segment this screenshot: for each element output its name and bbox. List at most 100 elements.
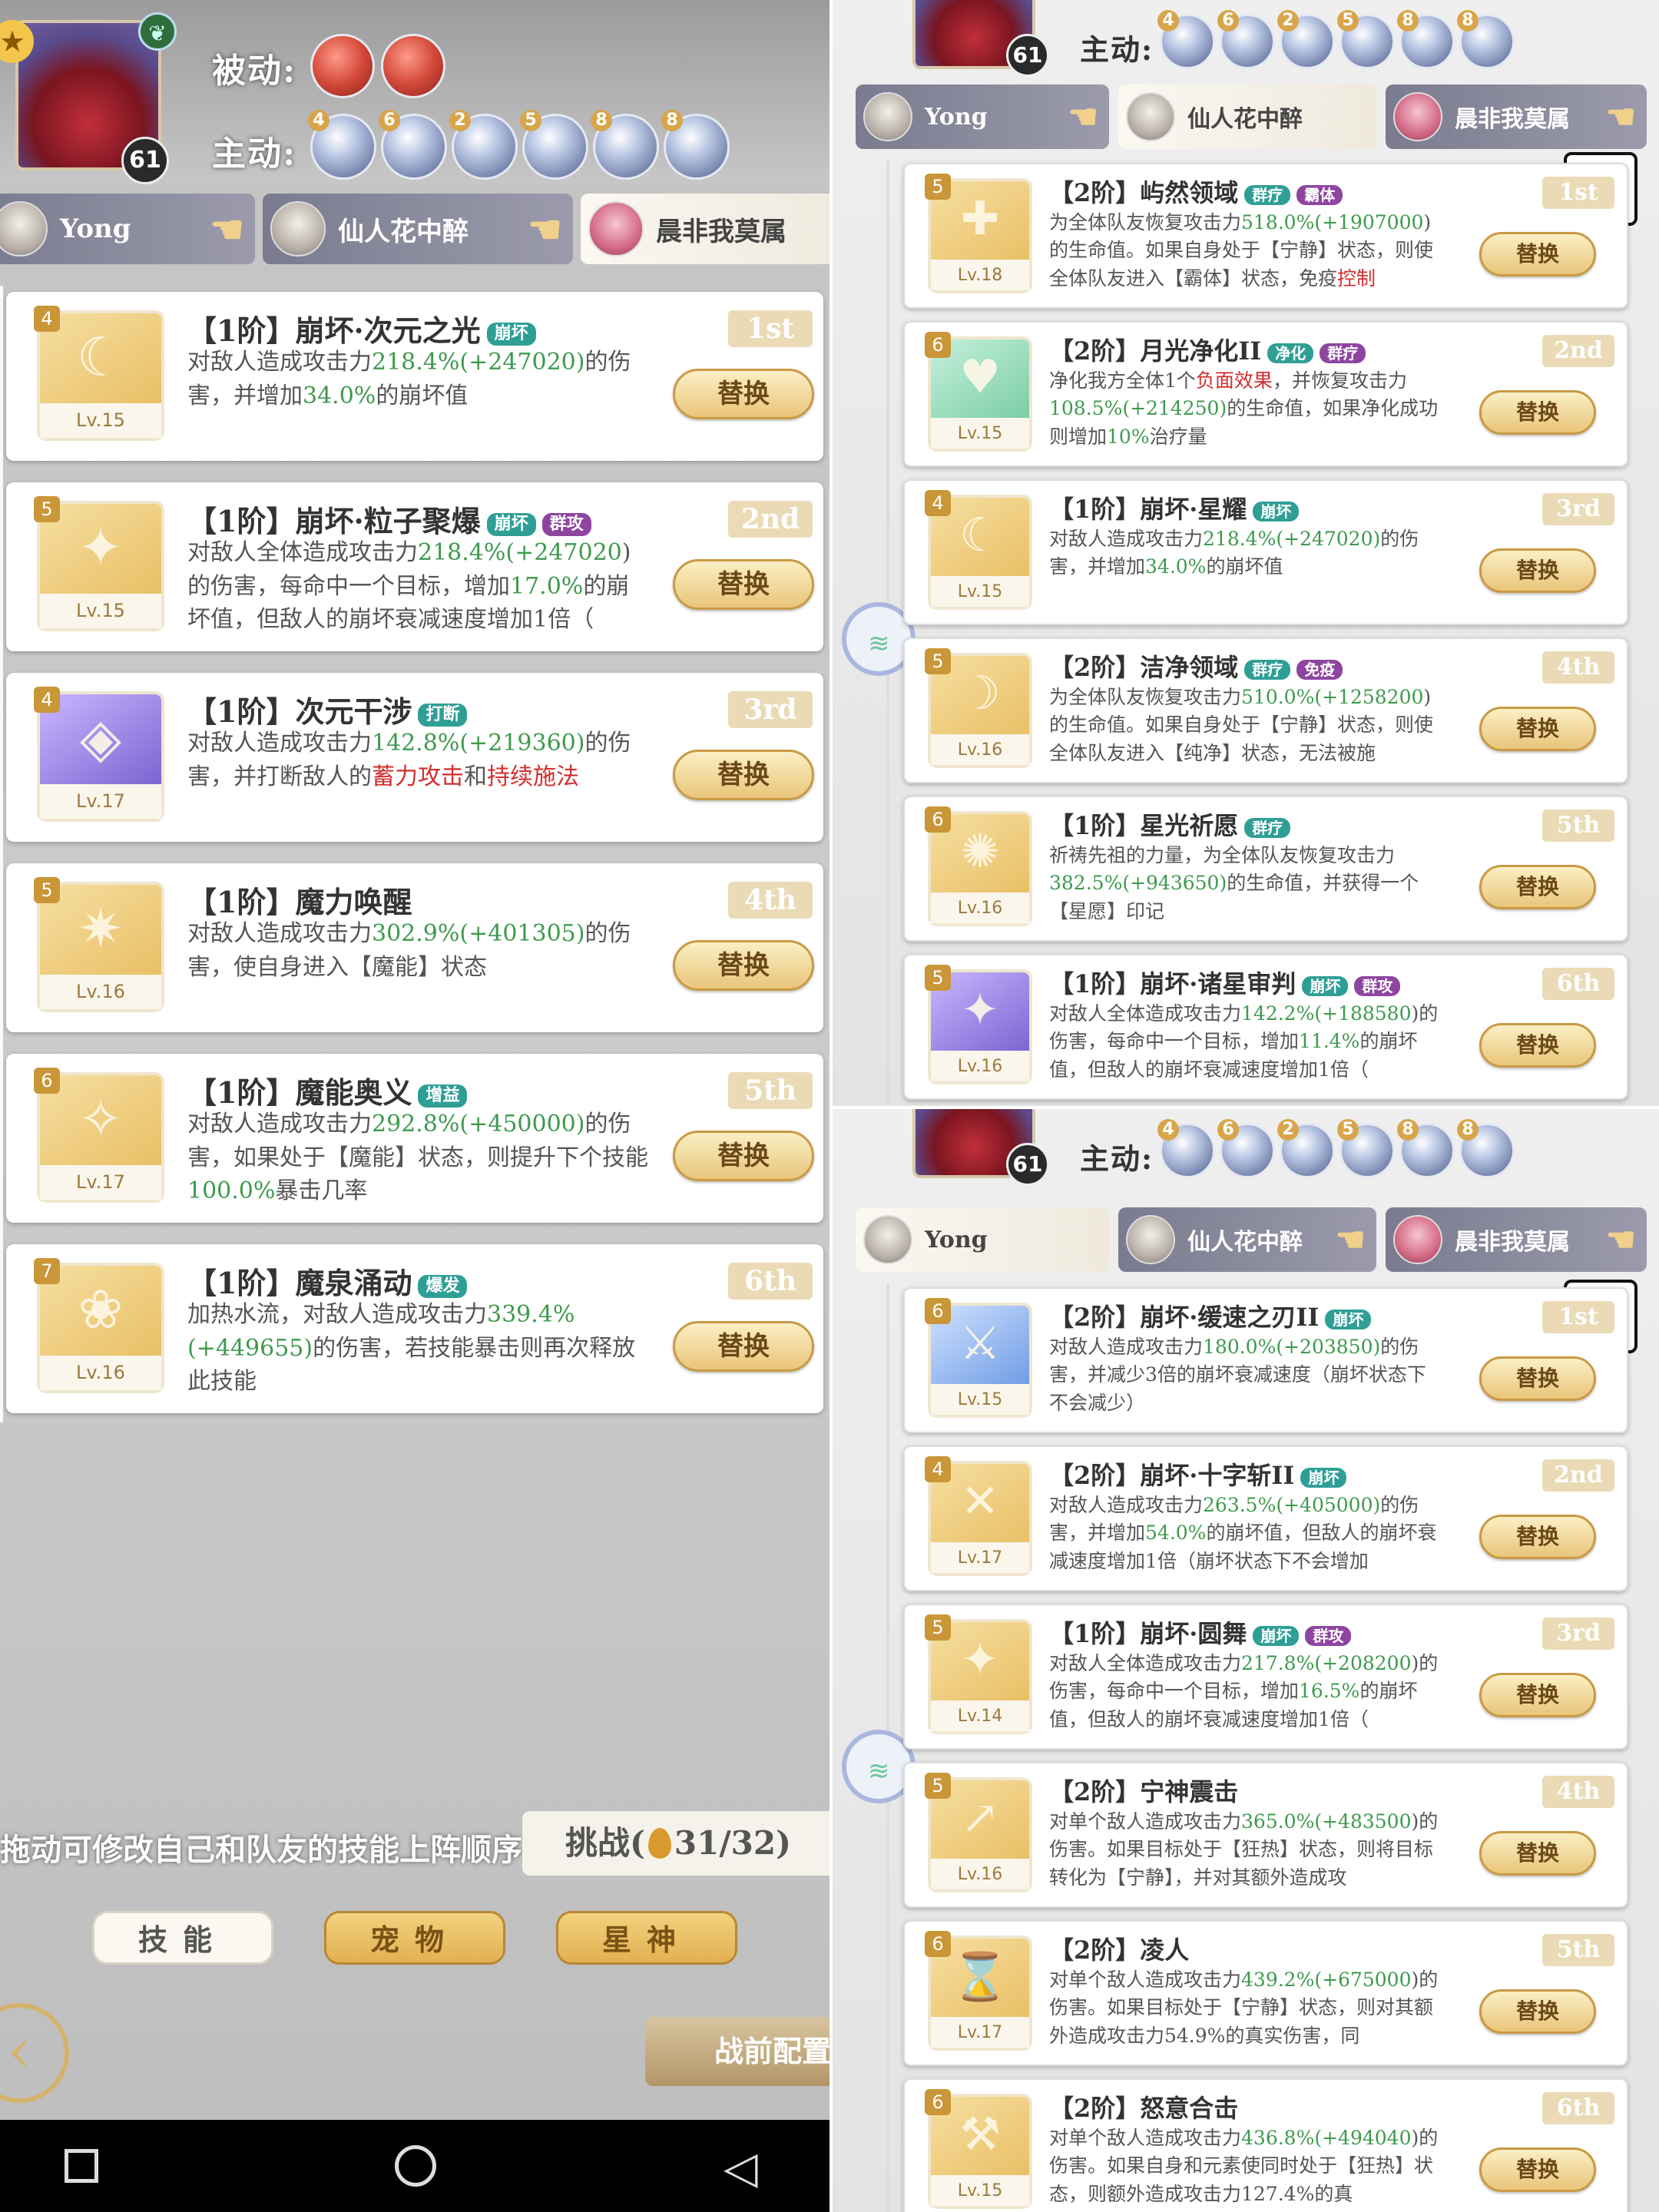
- orb-tier-number: 8: [1457, 10, 1479, 31]
- tab-teammate-chenfei[interactable]: 晨非我莫属: [581, 194, 830, 264]
- recents-square-icon[interactable]: [65, 2149, 98, 2183]
- active-skill-orb[interactable]: 4: [1157, 10, 1215, 69]
- active-skill-orb[interactable]: 6: [1217, 10, 1275, 69]
- active-skill-orb[interactable]: 8: [1397, 1119, 1455, 1178]
- orb-tier-number: 5: [520, 110, 541, 131]
- active-skill-orb[interactable]: 5: [1337, 1119, 1395, 1178]
- skill-title: 【2阶】崩坏·十字斩II 崩坏: [1049, 1456, 1347, 1492]
- skill-name: 【2阶】洁净领域: [1049, 653, 1239, 682]
- tab-teammate-xianren[interactable]: 仙人花中醉 ☚: [263, 194, 573, 264]
- active-skill-orb[interactable]: 8: [1397, 10, 1455, 69]
- skill-card[interactable]: 5 ✦ Lv.15 【1阶】崩坏·粒子聚爆 崩坏 群攻 2nd 对敌人全体造成攻击力21…: [6, 482, 823, 651]
- tab-teammate-xianren[interactable]: 仙人花中醉: [1118, 84, 1376, 149]
- active-skill-orb[interactable]: 8: [591, 110, 659, 180]
- skill-card[interactable]: 6 ✺ Lv.16 【1阶】星光祈愿 群疗 5th 祈祷先祖的力量，为全体队友恢复攻击…: [903, 796, 1628, 942]
- active-skill-orb[interactable]: 2: [1277, 1119, 1335, 1178]
- active-skill-orb[interactable]: 8: [661, 110, 730, 180]
- skill-name: 【2阶】崩坏·缓速之刃II: [1049, 1303, 1320, 1332]
- teammate-avatar: [1393, 1215, 1442, 1264]
- swap-button[interactable]: 替换: [1479, 548, 1596, 593]
- swap-button[interactable]: 替换: [1479, 390, 1596, 435]
- skill-card[interactable]: 5 ✷ Lv.16 【1阶】魔力唤醒 4th 对敌人造成攻击力302.9%(+401…: [6, 863, 823, 1032]
- active-skill-orb[interactable]: 5: [1337, 10, 1395, 69]
- swap-button[interactable]: 替换: [1479, 232, 1596, 276]
- skill-card[interactable]: 5 ↗ Lv.16 【2阶】宁神震击 4th 对单个敌人造成攻击力365.0%(+4…: [903, 1762, 1628, 1908]
- challenge-button[interactable]: 挑战(31/32): [522, 1811, 830, 1876]
- swap-button[interactable]: 替换: [1479, 1673, 1596, 1717]
- tab-teammate-yong[interactable]: Yong ☚: [0, 194, 255, 264]
- swap-button[interactable]: 替换: [673, 1321, 814, 1372]
- skill-glyph-icon: ⌛: [951, 1950, 1009, 2005]
- active-skill-orb[interactable]: 2: [1277, 10, 1335, 69]
- swap-button[interactable]: 替换: [1479, 1989, 1596, 2034]
- back-arrow-icon[interactable]: ‹: [0, 2003, 69, 2103]
- swap-button[interactable]: 替换: [673, 750, 814, 800]
- tab-pets[interactable]: 宠物: [324, 1911, 505, 1965]
- swap-button[interactable]: 替换: [1479, 1831, 1596, 1876]
- swap-button[interactable]: 替换: [1479, 865, 1596, 909]
- active-skill-orb[interactable]: 8: [1457, 10, 1515, 69]
- back-triangle-icon[interactable]: ◁: [724, 2141, 758, 2194]
- active-skill-orb[interactable]: 4: [1157, 1119, 1215, 1178]
- active-skill-orb[interactable]: 4: [308, 110, 376, 180]
- skill-glyph-icon: ✦: [960, 983, 1000, 1038]
- skill-description: 对单个敌人造成攻击力365.0%(+483500)的伤害。如果目标处于【狂热】状…: [1049, 1808, 1444, 1902]
- skill-card[interactable]: 7 ❀ Lv.16 【1阶】魔泉涌动 爆发 6th 加热水流，对敌人造成攻击力339.…: [6, 1244, 823, 1413]
- active-skill-orb[interactable]: 8: [1457, 1119, 1515, 1178]
- tab-teammate-xianren[interactable]: 仙人花中醉 ☚: [1118, 1207, 1376, 1272]
- skill-card[interactable]: 6 ⌛ Lv.17 【2阶】凌人 5th 对单个敌人造成攻击力439.2%(+675…: [903, 1920, 1628, 2066]
- swap-button[interactable]: 替换: [673, 369, 814, 419]
- skill-card[interactable]: 4 ☾ Lv.15 【1阶】崩坏·次元之光 崩坏 1st 对敌人造成攻击力218.4%…: [6, 292, 823, 461]
- description-text: 加热水流，对敌人造成攻击力: [187, 1301, 487, 1328]
- skill-level: Lv.15: [931, 2175, 1029, 2206]
- skill-tag: 群攻: [1354, 975, 1401, 996]
- skill-card[interactable]: 6 ⚒ Lv.15 【2阶】怒意合击 6th 对单个敌人造成攻击力436.8%(+4…: [903, 2078, 1628, 2212]
- pre-battle-config-button[interactable]: 战前配置: [645, 2017, 830, 2086]
- active-skill-orb[interactable]: 2: [449, 110, 518, 180]
- active-skill-orb[interactable]: 6: [1217, 1119, 1275, 1178]
- value-highlight: (+483500: [1314, 1810, 1412, 1833]
- swap-button[interactable]: 替换: [1479, 707, 1596, 751]
- tab-teammate-chenfei[interactable]: 晨非我莫属 ☚: [1386, 1207, 1647, 1272]
- active-skill-orb[interactable]: 5: [520, 110, 588, 180]
- skill-order-panel-bottom-right: 61 主动: 4 6 2 5 8 8 Yong 仙人花中醉 ☚ 晨非我莫属 ☚ ≋ …: [830, 1106, 1659, 2212]
- description-text: 对敌人全体造成攻击力: [1049, 1002, 1242, 1025]
- skill-glyph-icon: ☾: [959, 508, 1001, 563]
- tab-teammate-yong[interactable]: Yong: [856, 1207, 1109, 1272]
- passive-skill-orb[interactable]: [310, 34, 375, 98]
- value-highlight: 365.0%: [1241, 1810, 1315, 1833]
- description-text: 和: [464, 763, 487, 790]
- home-circle-icon[interactable]: [395, 2145, 436, 2187]
- passive-skill-orb[interactable]: [381, 34, 445, 98]
- swap-button[interactable]: 替换: [1479, 1356, 1596, 1401]
- swap-button[interactable]: 替换: [673, 1131, 814, 1181]
- skill-card[interactable]: 5 ☽ Lv.16 【2阶】洁净领域 群疗 免疫 4th 为全体队友恢复攻击力510.0…: [903, 637, 1628, 783]
- skill-title: 【2阶】宁神震击: [1049, 1773, 1238, 1808]
- tab-teammate-chenfei[interactable]: 晨非我莫属 ☚: [1386, 84, 1647, 149]
- swap-button[interactable]: 替换: [1479, 1515, 1596, 1559]
- swap-button[interactable]: 替换: [673, 559, 814, 610]
- skill-card[interactable]: 4 ☾ Lv.15 【1阶】崩坏·星耀 崩坏 3rd 对敌人造成攻击力218.4%(+…: [903, 479, 1628, 625]
- active-skill-orb[interactable]: 6: [379, 110, 447, 180]
- swap-button[interactable]: 替换: [1479, 2147, 1596, 2192]
- skill-card[interactable]: 6 ✧ Lv.17 【1阶】魔能奥义 增益 5th 对敌人造成攻击力292.8%(+4…: [6, 1054, 823, 1223]
- skill-order-panel-left: 61 ★ ❦ 被动: 主动: 4 6 2 5 8 8 Yong ☚ 仙人花中醉 ☚ …: [0, 0, 830, 2212]
- tab-teammate-yong[interactable]: Yong ☚: [856, 84, 1109, 149]
- skill-description: 为全体队友恢复攻击力518.0%(+1907000)的生命值。如果自身处于【宁静…: [1049, 209, 1444, 303]
- skill-order-badge: 3rd: [1542, 493, 1614, 525]
- skill-order-badge: 1st: [1542, 1301, 1614, 1333]
- skill-card[interactable]: 4 ◈ Lv.17 【1阶】次元干涉 打断 3rd 对敌人造成攻击力142.8%(+2…: [6, 673, 823, 842]
- tab-stargod[interactable]: 星神: [556, 1911, 737, 1965]
- skill-name: 【2阶】怒意合击: [1049, 2094, 1239, 2123]
- skill-card[interactable]: 6 ⚔ Lv.15 【2阶】崩坏·缓速之刃II 崩坏 1st 对敌人造成攻击力180.…: [903, 1287, 1628, 1433]
- swap-button[interactable]: 替换: [673, 940, 814, 991]
- skill-card[interactable]: 6 ♥ Lv.15 【2阶】月光净化II 净化 群疗 2nd 净化我方全体1个负面效果，…: [903, 321, 1628, 467]
- orb-tier-number: 8: [591, 110, 612, 131]
- skill-level: Lv.16: [40, 974, 161, 1009]
- swap-button[interactable]: 替换: [1479, 1023, 1596, 1068]
- skill-card[interactable]: 4 ✕ Lv.17 【2阶】崩坏·十字斩II 崩坏 2nd 对敌人造成攻击力263.5…: [903, 1445, 1628, 1591]
- tab-skills[interactable]: 技能: [92, 1911, 273, 1965]
- skill-card[interactable]: 5 ✦ Lv.14 【1阶】崩坏·圆舞 崩坏 群攻 3rd 对敌人全体造成攻击力217.…: [903, 1604, 1628, 1750]
- skill-card[interactable]: 5 ✦ Lv.16 【1阶】崩坏·诸星审判 崩坏 群攻 6th 对敌人全体造成攻击力14…: [903, 954, 1628, 1100]
- skill-card[interactable]: 5 ✚ Lv.18 【2阶】屿然领域 群疗 霸体 1st 为全体队友恢复攻击力518.0…: [903, 163, 1628, 309]
